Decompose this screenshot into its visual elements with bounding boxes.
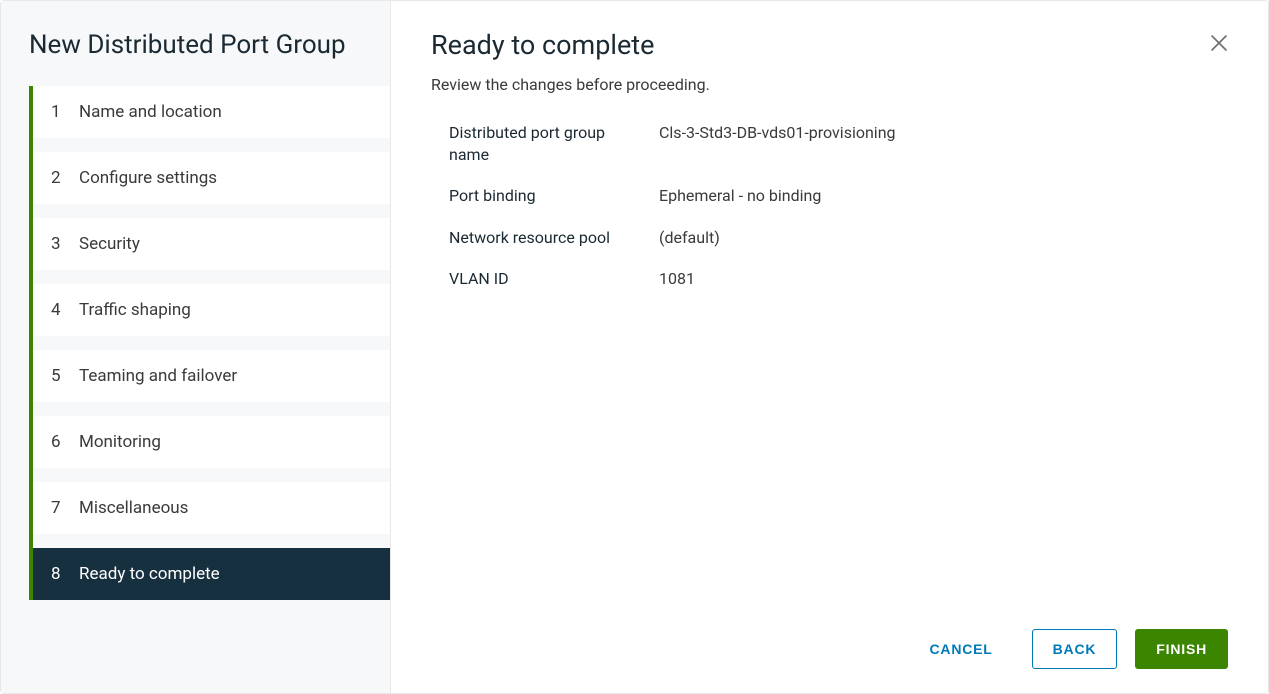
step-number: 2 bbox=[51, 168, 71, 188]
close-icon bbox=[1210, 31, 1228, 58]
summary-label: VLAN ID bbox=[449, 268, 659, 290]
step-configure-settings[interactable]: 2 Configure settings bbox=[33, 152, 390, 204]
step-label: Traffic shaping bbox=[79, 300, 191, 320]
cancel-button[interactable]: Cancel bbox=[909, 629, 1014, 669]
step-number: 8 bbox=[51, 564, 71, 584]
wizard-dialog: New Distributed Port Group 1 Name and lo… bbox=[0, 0, 1269, 694]
step-number: 6 bbox=[51, 432, 71, 452]
step-label: Teaming and failover bbox=[79, 366, 237, 386]
step-number: 7 bbox=[51, 498, 71, 518]
step-label: Security bbox=[79, 234, 140, 254]
step-number: 5 bbox=[51, 366, 71, 386]
summary-row-network-resource-pool: Network resource pool (default) bbox=[449, 227, 1228, 249]
summary-label: Distributed port group name bbox=[449, 122, 659, 165]
step-miscellaneous[interactable]: 7 Miscellaneous bbox=[33, 482, 390, 534]
step-name-and-location[interactable]: 1 Name and location bbox=[33, 86, 390, 138]
wizard-content: Ready to complete Review the changes bef… bbox=[391, 1, 1268, 693]
summary-label: Network resource pool bbox=[449, 227, 659, 249]
step-label: Monitoring bbox=[79, 432, 161, 452]
summary-label: Port binding bbox=[449, 185, 659, 207]
content-title: Ready to complete bbox=[431, 29, 710, 61]
wizard-steps: 1 Name and location 2 Configure settings… bbox=[29, 86, 390, 600]
step-number: 1 bbox=[51, 102, 71, 122]
step-number: 4 bbox=[51, 300, 71, 320]
step-label: Name and location bbox=[79, 102, 222, 122]
summary-value: Cls-3-Std3-DB-vds01-provisioning bbox=[659, 122, 896, 165]
content-subtitle: Review the changes before proceeding. bbox=[431, 75, 710, 94]
step-label: Ready to complete bbox=[79, 564, 220, 584]
back-button[interactable]: Back bbox=[1032, 629, 1118, 669]
step-label: Miscellaneous bbox=[79, 498, 188, 518]
summary-row-port-group-name: Distributed port group name Cls-3-Std3-D… bbox=[449, 122, 1228, 165]
step-ready-to-complete[interactable]: 8 Ready to complete bbox=[33, 548, 390, 600]
step-security[interactable]: 3 Security bbox=[33, 218, 390, 270]
summary-value: (default) bbox=[659, 227, 720, 249]
summary-row-port-binding: Port binding Ephemeral - no binding bbox=[449, 185, 1228, 207]
wizard-sidebar: New Distributed Port Group 1 Name and lo… bbox=[1, 1, 391, 693]
summary-value: 1081 bbox=[659, 268, 695, 290]
summary-value: Ephemeral - no binding bbox=[659, 185, 821, 207]
step-number: 3 bbox=[51, 234, 71, 254]
summary-table: Distributed port group name Cls-3-Std3-D… bbox=[431, 122, 1228, 310]
summary-row-vlan-id: VLAN ID 1081 bbox=[449, 268, 1228, 290]
step-monitoring[interactable]: 6 Monitoring bbox=[33, 416, 390, 468]
close-button[interactable] bbox=[1210, 29, 1228, 57]
finish-button[interactable]: Finish bbox=[1135, 629, 1228, 669]
wizard-title: New Distributed Port Group bbox=[1, 29, 390, 86]
step-traffic-shaping[interactable]: 4 Traffic shaping bbox=[33, 284, 390, 336]
step-teaming-and-failover[interactable]: 5 Teaming and failover bbox=[33, 350, 390, 402]
content-header: Ready to complete Review the changes bef… bbox=[431, 29, 1228, 122]
step-label: Configure settings bbox=[79, 168, 217, 188]
wizard-footer: Cancel Back Finish bbox=[431, 609, 1228, 669]
